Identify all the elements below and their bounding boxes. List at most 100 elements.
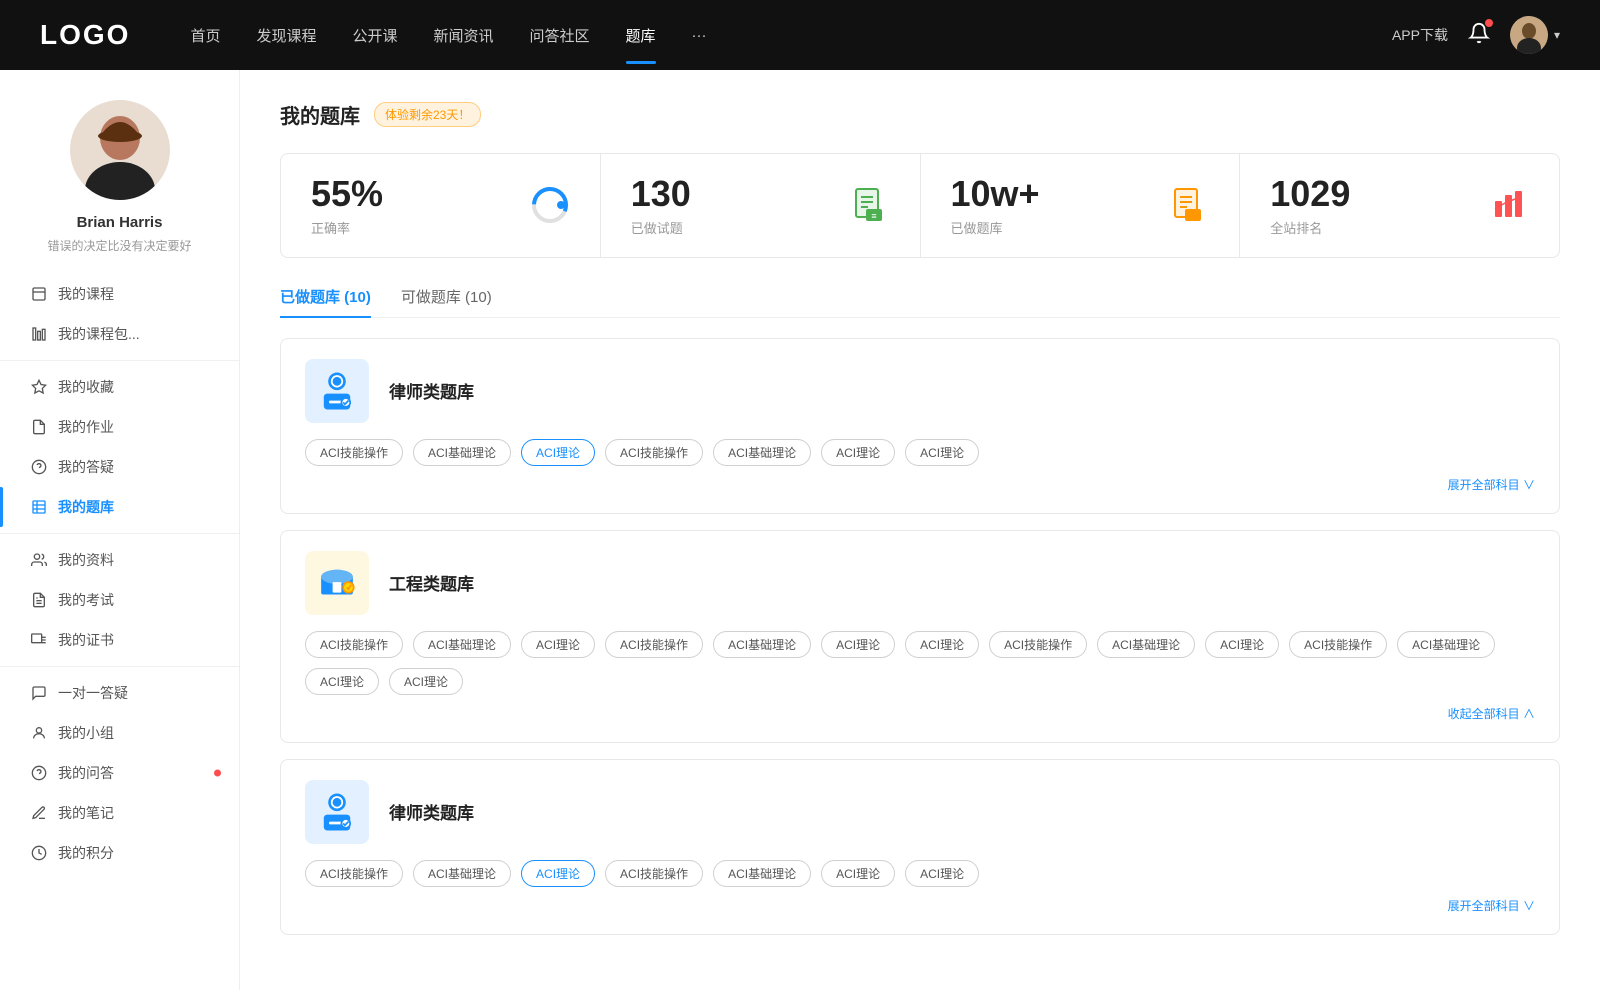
sidebar-item-course-package[interactable]: 我的课程包...: [0, 314, 239, 354]
collapse-btn-2[interactable]: 收起全部科目 ∧: [1448, 705, 1535, 722]
main-layout: Brian Harris 错误的决定比没有决定要好 我的课程 我的课程包...: [0, 70, 1600, 990]
tag-1-5[interactable]: ACI理论: [821, 439, 895, 466]
group-icon: [30, 724, 48, 742]
sidebar-menu: 我的课程 我的课程包... 我的收藏 我的作业: [0, 274, 239, 873]
tag-1-1[interactable]: ACI基础理论: [413, 439, 511, 466]
sidebar-item-exam[interactable]: 我的考试: [0, 580, 239, 620]
profile-avatar: [70, 100, 170, 200]
tag-1-3[interactable]: ACI技能操作: [605, 439, 703, 466]
nav-more[interactable]: ···: [692, 21, 707, 50]
bank-header-2: 工程类题库: [305, 551, 1535, 615]
tag-3-6[interactable]: ACI理论: [905, 860, 979, 887]
tag-2-11[interactable]: ACI基础理论: [1397, 631, 1495, 658]
stat-rank: 1029 全站排名: [1240, 154, 1559, 257]
tag-1-2[interactable]: ACI理论: [521, 439, 595, 466]
tag-2-2[interactable]: ACI理论: [521, 631, 595, 658]
nav-home[interactable]: 首页: [190, 19, 220, 52]
stat-label-3: 已做题库: [951, 218, 1040, 237]
nav-open[interactable]: 公开课: [352, 19, 397, 52]
nav-right: APP下载 ▾: [1392, 16, 1560, 54]
stat-done-questions: 130 已做试题 ≡: [601, 154, 921, 257]
stat-value-2: 130: [631, 174, 691, 214]
tag-2-1[interactable]: ACI基础理论: [413, 631, 511, 658]
sidebar-item-ask[interactable]: 我的答疑: [0, 447, 239, 487]
tag-3-5[interactable]: ACI理论: [821, 860, 895, 887]
sidebar-item-profile[interactable]: 我的资料: [0, 540, 239, 580]
page-title: 我的题库: [280, 100, 360, 129]
tag-3-0[interactable]: ACI技能操作: [305, 860, 403, 887]
bank-avatar-lawyer-1: [305, 359, 369, 423]
sidebar-item-certificate[interactable]: 我的证书: [0, 620, 239, 660]
bank-header-1: 律师类题库: [305, 359, 1535, 423]
tag-2-12[interactable]: ACI理论: [305, 668, 379, 695]
star-icon: [30, 378, 48, 396]
user-avatar: [1510, 16, 1548, 54]
tag-2-8[interactable]: ACI基础理论: [1097, 631, 1195, 658]
sidebar-item-points[interactable]: 我的积分: [0, 833, 239, 873]
tag-1-0[interactable]: ACI技能操作: [305, 439, 403, 466]
notification-dot: [1485, 19, 1493, 27]
stat-value-4: 1029: [1270, 174, 1350, 214]
tag-2-6[interactable]: ACI理论: [905, 631, 979, 658]
tab-available-banks[interactable]: 可做题库 (10): [401, 286, 492, 317]
nav-bank[interactable]: 题库: [626, 19, 656, 52]
sidebar-item-group[interactable]: 我的小组: [0, 713, 239, 753]
sidebar-item-notes[interactable]: 我的笔记: [0, 793, 239, 833]
tag-2-9[interactable]: ACI理论: [1205, 631, 1279, 658]
bar-chart-red-icon: [1489, 185, 1529, 225]
bank-item-engineer: 工程类题库 ACI技能操作 ACI基础理论 ACI理论 ACI技能操作 ACI基…: [280, 530, 1560, 743]
tag-2-7[interactable]: ACI技能操作: [989, 631, 1087, 658]
stat-correct-rate: 55% 正确率: [281, 154, 601, 257]
sidebar-item-my-course[interactable]: 我的课程: [0, 274, 239, 314]
sidebar-item-my-qa[interactable]: 我的问答: [0, 753, 239, 793]
stat-label-1: 正确率: [311, 218, 383, 237]
bank-avatar-engineer: [305, 551, 369, 615]
nav-qa[interactable]: 问答社区: [530, 19, 590, 52]
stat-left-3: 10w+ 已做题库: [951, 174, 1040, 237]
divider-3: [0, 666, 239, 667]
divider-1: [0, 360, 239, 361]
doc-orange-icon: [1169, 185, 1209, 225]
user-avatar-menu[interactable]: ▾: [1510, 16, 1560, 54]
tag-1-4[interactable]: ACI基础理论: [713, 439, 811, 466]
stat-left-4: 1029 全站排名: [1270, 174, 1350, 237]
certificate-icon: [30, 631, 48, 649]
tag-2-3[interactable]: ACI技能操作: [605, 631, 703, 658]
tabs-row: 已做题库 (10) 可做题库 (10): [280, 286, 1560, 318]
homework-icon: [30, 418, 48, 436]
nav-news[interactable]: 新闻资讯: [434, 19, 494, 52]
bank-footer-2: 收起全部科目 ∧: [305, 705, 1535, 722]
expand-btn-1[interactable]: 展开全部科目 ∨: [1448, 476, 1535, 493]
nav-discover[interactable]: 发现课程: [256, 19, 316, 52]
app-download-btn[interactable]: APP下载: [1392, 25, 1448, 45]
stat-value-3: 10w+: [951, 174, 1040, 214]
sidebar-item-favorites[interactable]: 我的收藏: [0, 367, 239, 407]
question-circle-icon: [30, 458, 48, 476]
bank-footer-1: 展开全部科目 ∨: [305, 476, 1535, 493]
stat-done-banks: 10w+ 已做题库: [921, 154, 1241, 257]
page-header: 我的题库 体验剩余23天！: [280, 100, 1560, 129]
sidebar-item-bank[interactable]: 我的题库: [0, 487, 239, 527]
tag-2-5[interactable]: ACI理论: [821, 631, 895, 658]
tag-3-1[interactable]: ACI基础理论: [413, 860, 511, 887]
logo: LOGO: [40, 19, 130, 51]
tag-2-13[interactable]: ACI理论: [389, 668, 463, 695]
bank-footer-3: 展开全部科目 ∨: [305, 897, 1535, 914]
pie-chart-icon: [530, 185, 570, 225]
tag-3-3[interactable]: ACI技能操作: [605, 860, 703, 887]
tag-2-10[interactable]: ACI技能操作: [1289, 631, 1387, 658]
doc-icon: [30, 285, 48, 303]
tag-3-4[interactable]: ACI基础理论: [713, 860, 811, 887]
notification-bell[interactable]: [1468, 22, 1490, 49]
tag-1-6[interactable]: ACI理论: [905, 439, 979, 466]
tag-2-4[interactable]: ACI基础理论: [713, 631, 811, 658]
sidebar-item-one-on-one[interactable]: 一对一答疑: [0, 673, 239, 713]
stats-row: 55% 正确率 130 已做试题: [280, 153, 1560, 258]
divider-2: [0, 533, 239, 534]
sidebar-item-homework[interactable]: 我的作业: [0, 407, 239, 447]
tab-done-banks[interactable]: 已做题库 (10): [280, 286, 371, 317]
expand-btn-3[interactable]: 展开全部科目 ∨: [1448, 897, 1535, 914]
tag-2-0[interactable]: ACI技能操作: [305, 631, 403, 658]
tag-3-2[interactable]: ACI理论: [521, 860, 595, 887]
main-content: 我的题库 体验剩余23天！ 55% 正确率: [240, 70, 1600, 990]
